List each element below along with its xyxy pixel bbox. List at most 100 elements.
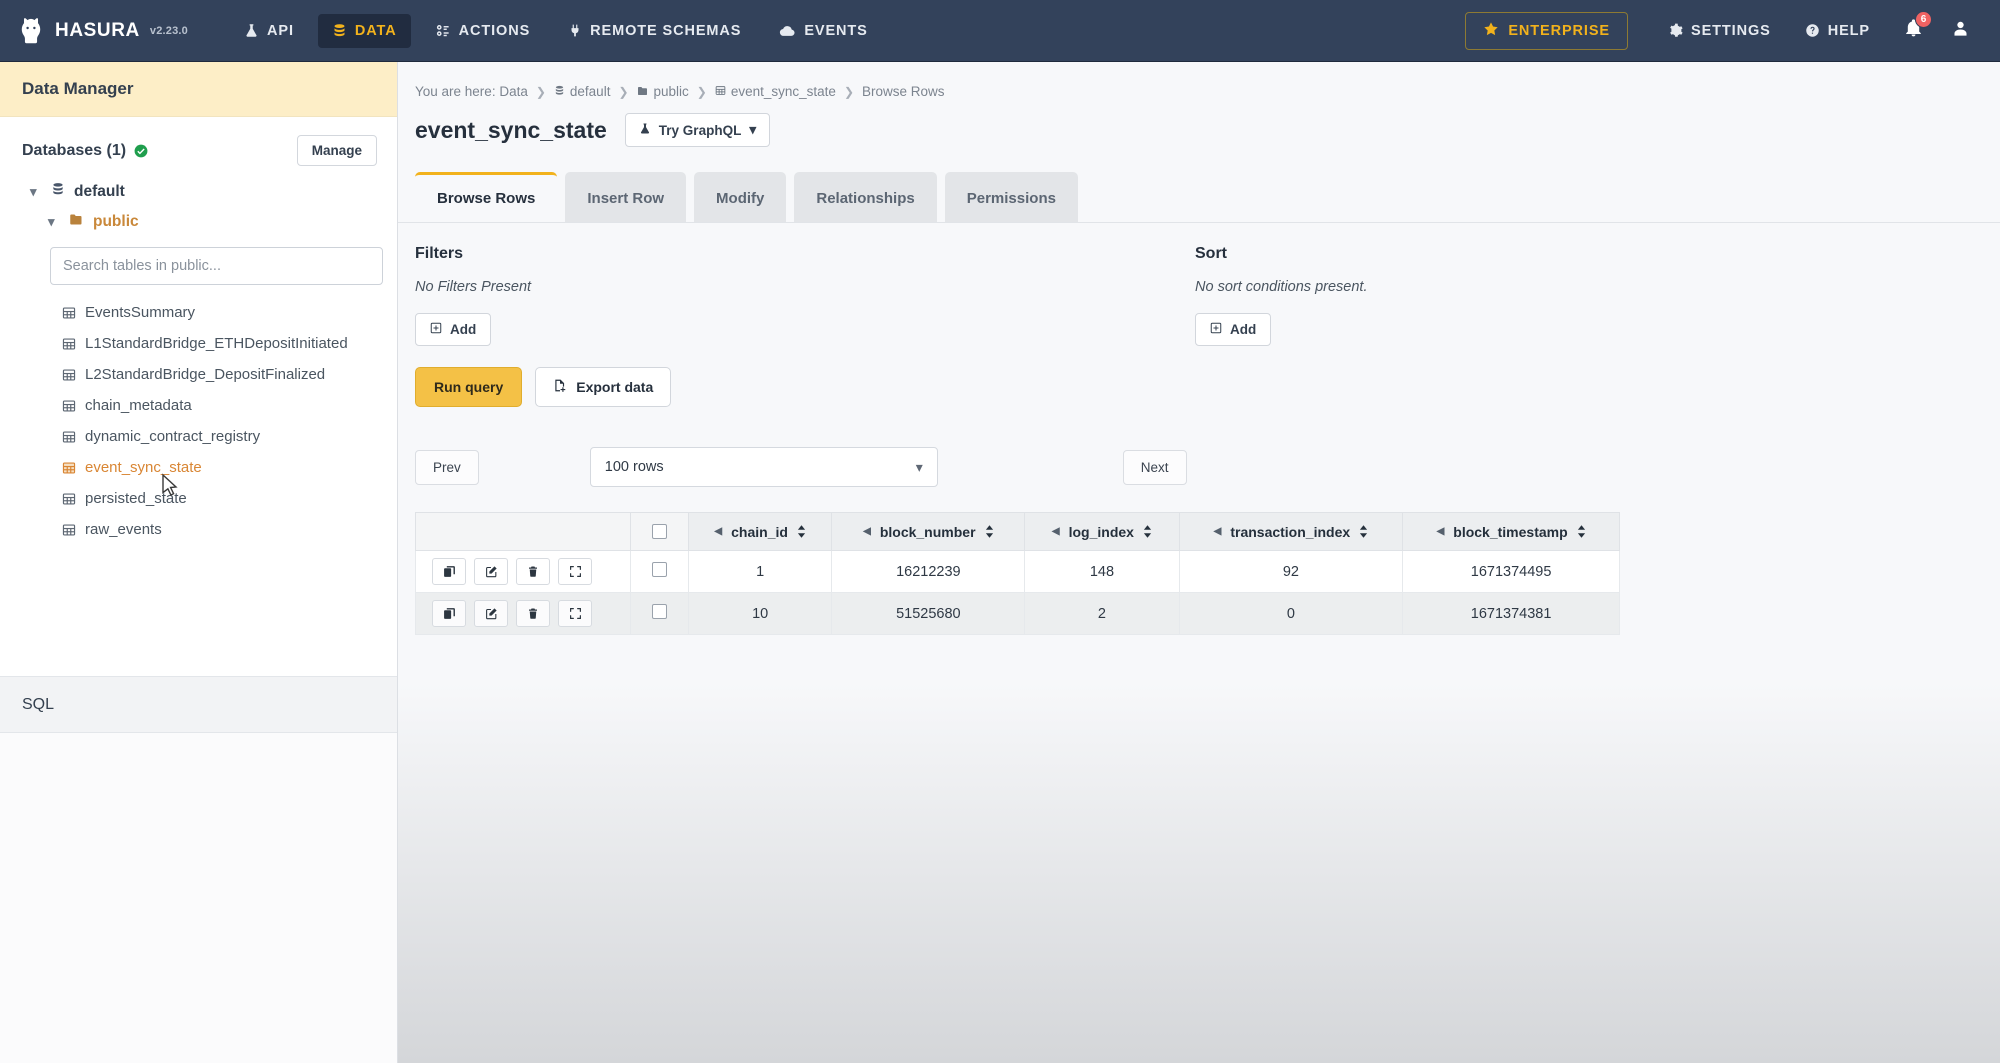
table-item-chain-metadata[interactable]: chain_metadata bbox=[0, 390, 397, 421]
table-item-eventssummary[interactable]: EventsSummary bbox=[0, 297, 397, 328]
table-name: L1StandardBridge_ETHDepositInitiated bbox=[85, 335, 348, 352]
help-icon bbox=[1805, 23, 1820, 38]
breadcrumb-item-table[interactable]: event_sync_state bbox=[715, 84, 836, 99]
breadcrumb-item-data[interactable]: You are here: Data bbox=[415, 84, 528, 99]
table-name: raw_events bbox=[85, 521, 162, 538]
cell-block-number: 51525680 bbox=[832, 593, 1025, 635]
cell-transaction-index: 92 bbox=[1179, 551, 1403, 593]
add-filter-button[interactable]: Add bbox=[415, 313, 491, 346]
table-item-l1standardbridge-ethdepositinitiated[interactable]: L1StandardBridge_ETHDepositInitiated bbox=[0, 328, 397, 359]
breadcrumb-item-default[interactable]: default bbox=[554, 84, 611, 99]
cell-log-index: 2 bbox=[1025, 593, 1179, 635]
header-transaction-index[interactable]: ◀ transaction_index bbox=[1179, 513, 1403, 551]
caret-left-icon: ◀ bbox=[714, 526, 722, 537]
data-table-header-row: ◀ chain_id ◀ block_number bbox=[416, 513, 1620, 551]
filters-empty-text: No Filters Present bbox=[415, 279, 1195, 295]
header-select-all[interactable] bbox=[631, 513, 689, 551]
breadcrumb-label: You are here: Data bbox=[415, 84, 528, 99]
nav-right-group: ENTERPRISE SETTINGS HELP bbox=[1465, 0, 2000, 62]
prev-page-button[interactable]: Prev bbox=[415, 450, 479, 485]
manage-button[interactable]: Manage bbox=[297, 135, 377, 166]
next-page-button[interactable]: Next bbox=[1123, 450, 1187, 485]
edit-icon[interactable] bbox=[474, 600, 508, 627]
table-name: L2StandardBridge_DepositFinalized bbox=[85, 366, 325, 383]
table-icon bbox=[62, 399, 76, 413]
cloud-icon bbox=[779, 24, 796, 38]
header-chain-id[interactable]: ◀ chain_id bbox=[689, 513, 832, 551]
table-item-event-sync-state[interactable]: event_sync_state bbox=[0, 452, 397, 483]
nav-item-help[interactable]: HELP bbox=[1791, 14, 1884, 48]
add-sort-button[interactable]: Add bbox=[1195, 313, 1271, 346]
table-name: event_sync_state bbox=[85, 459, 202, 476]
nav-item-settings[interactable]: SETTINGS bbox=[1654, 14, 1785, 48]
row-select-cell[interactable] bbox=[631, 593, 689, 635]
header-block-number[interactable]: ◀ block_number bbox=[832, 513, 1025, 551]
clone-icon[interactable] bbox=[432, 558, 466, 585]
tabs: Browse Rows Insert Row Modify Relationsh… bbox=[398, 147, 2000, 222]
enterprise-button[interactable]: ENTERPRISE bbox=[1465, 12, 1628, 50]
brand[interactable]: HASURA v2.23.0 bbox=[16, 16, 188, 46]
clone-icon[interactable] bbox=[432, 600, 466, 627]
header-block-timestamp[interactable]: ◀ block_timestamp bbox=[1403, 513, 1620, 551]
data-table-body: 1 16212239 148 92 1671374495 bbox=[416, 551, 1620, 635]
search-input[interactable] bbox=[50, 247, 383, 285]
header-log-index[interactable]: ◀ log_index bbox=[1025, 513, 1179, 551]
nav-label: ACTIONS bbox=[459, 23, 531, 39]
table-item-dynamic-contract-registry[interactable]: dynamic_contract_registry bbox=[0, 421, 397, 452]
rows-per-page-select[interactable]: 100 rows ▾ bbox=[590, 447, 938, 487]
row-checkbox[interactable] bbox=[652, 562, 667, 577]
delete-icon[interactable] bbox=[516, 600, 550, 627]
hasura-logo-icon bbox=[16, 16, 46, 46]
tab-permissions[interactable]: Permissions bbox=[945, 172, 1078, 222]
version-label: v2.23.0 bbox=[150, 25, 188, 37]
row-actions bbox=[416, 593, 631, 635]
row-select-cell[interactable] bbox=[631, 551, 689, 593]
select-all-checkbox[interactable] bbox=[652, 524, 667, 539]
folder-icon bbox=[637, 84, 649, 99]
expand-icon[interactable] bbox=[558, 600, 592, 627]
add-filter-label: Add bbox=[450, 322, 476, 337]
table-name: chain_metadata bbox=[85, 397, 192, 414]
breadcrumb-item-public[interactable]: public bbox=[637, 84, 689, 99]
tab-insert-row[interactable]: Insert Row bbox=[565, 172, 686, 222]
tab-modify[interactable]: Modify bbox=[694, 172, 786, 222]
delete-icon[interactable] bbox=[516, 558, 550, 585]
nav-item-actions[interactable]: ACTIONS bbox=[421, 14, 545, 48]
database-name: default bbox=[74, 183, 125, 201]
tab-relationships[interactable]: Relationships bbox=[794, 172, 936, 222]
expand-icon[interactable] bbox=[558, 558, 592, 585]
gear-icon bbox=[1668, 23, 1683, 38]
row-checkbox[interactable] bbox=[652, 604, 667, 619]
data-table: ◀ chain_id ◀ block_number bbox=[415, 512, 1620, 635]
caret-left-icon: ◀ bbox=[1052, 526, 1060, 537]
edit-icon[interactable] bbox=[474, 558, 508, 585]
sql-section[interactable]: SQL bbox=[0, 677, 397, 733]
nav-label: EVENTS bbox=[804, 23, 867, 39]
nav-item-remote-schemas[interactable]: REMOTE SCHEMAS bbox=[554, 14, 755, 48]
schema-tree-public[interactable]: ▾ public bbox=[0, 207, 397, 237]
db-tree-default[interactable]: ▾ default bbox=[0, 176, 397, 207]
tab-browse-rows[interactable]: Browse Rows bbox=[415, 172, 557, 222]
sql-label: SQL bbox=[22, 696, 54, 714]
brand-name: HASURA bbox=[55, 20, 140, 42]
table-row: 1 16212239 148 92 1671374495 bbox=[416, 551, 1620, 593]
nav-item-api[interactable]: API bbox=[230, 14, 308, 48]
notifications-button[interactable]: 6 bbox=[1890, 9, 1937, 53]
try-graphql-button[interactable]: Try GraphQL ▾ bbox=[625, 113, 770, 147]
table-item-l2standardbridge-depositfinalized[interactable]: L2StandardBridge_DepositFinalized bbox=[0, 359, 397, 390]
filters-sort-section: Filters No Filters Present Add Run query bbox=[398, 223, 2000, 407]
sidebar: Data Manager Databases (1) Manage ▾ bbox=[0, 62, 398, 1063]
run-query-button[interactable]: Run query bbox=[415, 367, 522, 407]
user-avatar-button[interactable] bbox=[1937, 9, 1984, 53]
chevron-down-icon: ▾ bbox=[48, 214, 60, 230]
notification-badge: 6 bbox=[1915, 11, 1932, 28]
nav-item-events[interactable]: EVENTS bbox=[765, 14, 881, 48]
nav-item-data[interactable]: DATA bbox=[318, 14, 411, 48]
data-manager-header: Data Manager bbox=[0, 62, 397, 117]
plus-box-icon bbox=[1210, 322, 1222, 337]
nav-label: DATA bbox=[355, 23, 397, 39]
table-item-raw-events[interactable]: raw_events bbox=[0, 514, 397, 545]
table-item-persisted-state[interactable]: persisted_state bbox=[0, 483, 397, 514]
nav-label: SETTINGS bbox=[1691, 23, 1771, 39]
export-data-button[interactable]: Export data bbox=[535, 367, 671, 407]
